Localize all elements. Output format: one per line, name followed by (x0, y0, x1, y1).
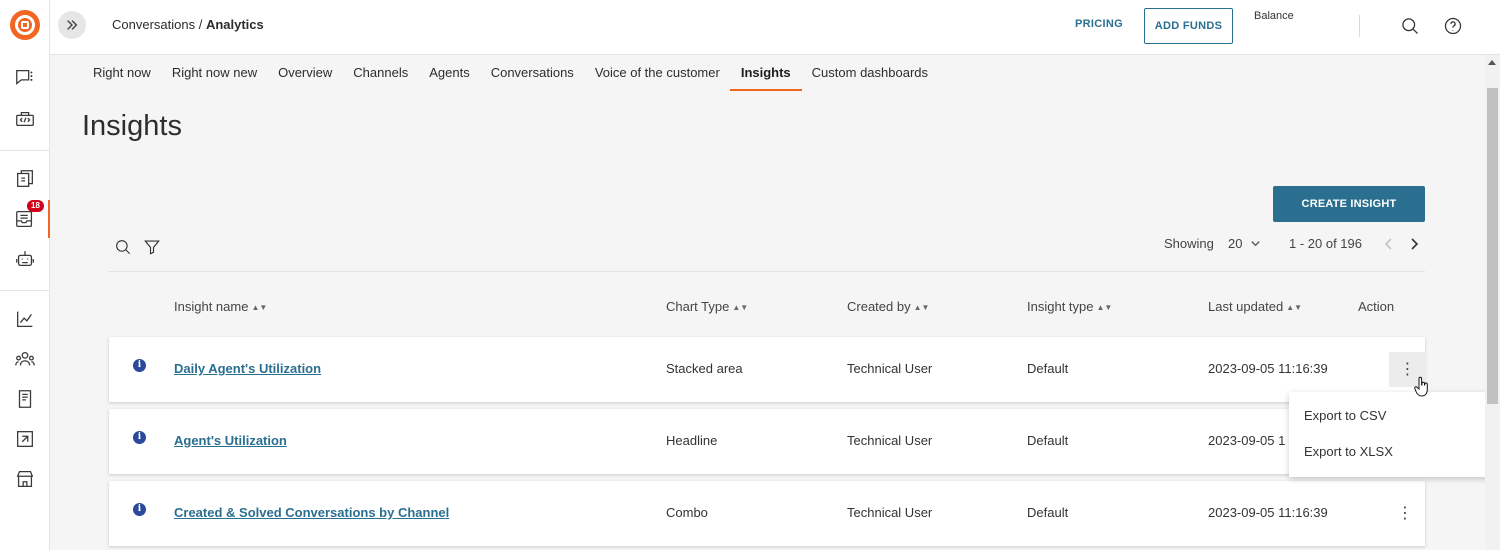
insight-name-link[interactable]: Created & Solved Conversations by Channe… (174, 505, 449, 520)
create-insight-button[interactable]: CREATE INSIGHT (1273, 186, 1425, 222)
info-icon[interactable]: i (133, 431, 146, 444)
add-funds-button[interactable]: ADD FUNDS (1144, 8, 1233, 44)
info-icon[interactable]: i (133, 503, 146, 516)
breadcrumb-parent[interactable]: Conversations (112, 17, 195, 32)
column-header-created-by[interactable]: Created by ▲▼ (847, 299, 929, 314)
page-scrollbar[interactable] (1485, 55, 1500, 550)
chart-type-cell: Combo (666, 505, 708, 520)
tab-right-now-new[interactable]: Right now new (172, 55, 257, 91)
table-row: i Created & Solved Conversations by Chan… (109, 481, 1425, 546)
toolbar-divider (109, 271, 1425, 272)
export-csv-menu-item[interactable]: Export to CSV (1304, 408, 1386, 423)
sidebar-divider (0, 290, 50, 291)
sort-icon: ▲▼ (732, 303, 749, 312)
notification-badge: 18 (27, 200, 44, 212)
page-title: Insights (82, 110, 182, 142)
sort-icon: ▲▼ (1096, 303, 1113, 312)
header-divider (1359, 15, 1360, 37)
column-header-insight-name[interactable]: Insight name ▲▼ (174, 299, 267, 314)
tab-insights[interactable]: Insights (729, 55, 802, 91)
chevron-down-icon (1251, 241, 1261, 247)
breadcrumb: Conversations / Analytics (112, 17, 264, 32)
info-icon[interactable]: i (133, 359, 146, 372)
tab-right-now[interactable]: Right now (93, 55, 151, 91)
sort-icon: ▲▼ (913, 303, 930, 312)
showing-label: Showing (1164, 236, 1214, 251)
logo-ring-icon (15, 15, 35, 35)
help-icon[interactable] (1442, 15, 1464, 37)
last-updated-cell: 2023-09-05 11:16:39 (1208, 361, 1328, 376)
sort-icon: ▲▼ (251, 303, 268, 312)
chat-icon[interactable] (13, 66, 37, 90)
chart-type-cell: Headline (666, 433, 718, 448)
sidebar-divider (0, 150, 50, 151)
tab-agents[interactable]: Agents (429, 55, 469, 91)
balance-label: Balance (1254, 10, 1294, 22)
bot-icon[interactable] (13, 247, 37, 271)
insight-name-link[interactable]: Daily Agent's Utilization (174, 361, 321, 376)
insight-type-cell: Default (1027, 433, 1069, 448)
pricing-link[interactable]: PRICING (1075, 18, 1123, 30)
created-by-cell: Technical User (847, 361, 933, 376)
analytics-tabs: Right now Right now new Overview Channel… (93, 55, 949, 91)
prev-page-button[interactable] (1382, 236, 1396, 252)
double-chevron-right-icon (67, 20, 78, 30)
column-header-last-updated[interactable]: Last updated ▲▼ (1208, 299, 1302, 314)
sidebar-active-indicator (48, 200, 50, 238)
book-icon[interactable] (13, 387, 37, 411)
hand-cursor-icon (1414, 376, 1428, 397)
column-header-insight-type[interactable]: Insight type ▲▼ (1027, 299, 1112, 314)
filter-icon[interactable] (142, 237, 162, 257)
left-sidebar: 18 (0, 0, 50, 550)
search-icon[interactable] (1399, 15, 1421, 37)
tab-custom-dashboards[interactable]: Custom dashboards (812, 55, 928, 91)
chevron-left-icon (1384, 238, 1392, 250)
chart-line-icon[interactable] (13, 307, 37, 331)
chart-type-cell: Stacked area (666, 361, 743, 376)
expand-sidebar-button[interactable] (58, 11, 86, 39)
table-row: i Daily Agent's Utilization Stacked area… (109, 337, 1426, 402)
tab-channels[interactable]: Channels (353, 55, 408, 91)
route-icon[interactable] (13, 427, 37, 451)
last-updated-cell: 2023-09-05 1 (1208, 433, 1286, 448)
top-header: Conversations / Analytics PRICING ADD FU… (50, 0, 1500, 55)
code-icon[interactable] (13, 107, 37, 131)
tab-voice-of-the-customer[interactable]: Voice of the customer (595, 55, 720, 91)
column-header-action: Action (1358, 299, 1395, 314)
next-page-button[interactable] (1407, 236, 1421, 252)
sort-icon: ▲▼ (1286, 303, 1303, 312)
insight-type-cell: Default (1027, 505, 1069, 520)
column-header-chart-type[interactable]: Chart Type ▲▼ (666, 299, 748, 314)
export-xlsx-menu-item[interactable]: Export to XLSX (1304, 444, 1393, 459)
table-row: i Agent's Utilization Headline Technical… (109, 409, 1425, 474)
breadcrumb-separator: / (195, 17, 206, 32)
chevron-right-icon (1411, 238, 1419, 250)
scroll-up-arrow-icon[interactable] (1488, 60, 1496, 65)
breadcrumb-current: Analytics (205, 17, 264, 32)
action-dropdown-menu: Export to CSV Export to XLSX (1289, 392, 1500, 477)
tab-conversations[interactable]: Conversations (491, 55, 574, 91)
created-by-cell: Technical User (847, 433, 933, 448)
scrollbar-thumb[interactable] (1487, 88, 1498, 404)
page-size-value: 20 (1228, 236, 1243, 251)
insight-type-cell: Default (1027, 361, 1069, 376)
people-icon[interactable] (13, 347, 37, 371)
last-updated-cell: 2023-09-05 11:16:39 (1208, 505, 1328, 520)
layers-icon[interactable] (13, 167, 37, 191)
kebab-menu-icon[interactable]: ⋮ (1392, 501, 1418, 527)
table-search-icon[interactable] (113, 237, 133, 257)
store-icon[interactable] (13, 467, 37, 491)
tab-overview[interactable]: Overview (278, 55, 332, 91)
pagination-range: 1 - 20 of 196 (1289, 236, 1362, 251)
app-logo[interactable] (10, 10, 40, 40)
insight-name-link[interactable]: Agent's Utilization (174, 433, 287, 448)
page-size-select[interactable]: 20 (1228, 236, 1261, 251)
created-by-cell: Technical User (847, 505, 933, 520)
